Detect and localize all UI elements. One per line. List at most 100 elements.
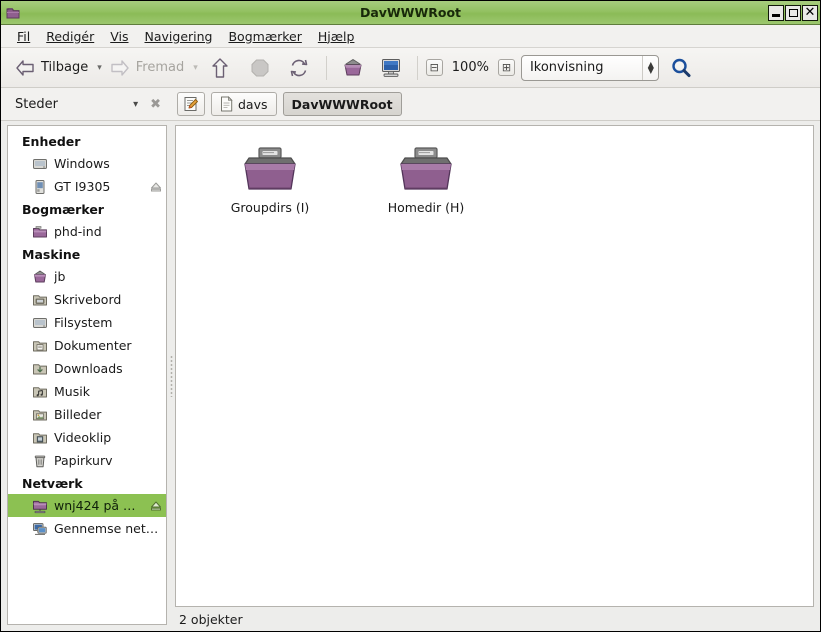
zoom-level-label: 100%: [451, 60, 489, 75]
close-icon: ✕: [804, 4, 816, 20]
window-folder-icon: [4, 4, 22, 22]
breadcrumb-item-davs[interactable]: davs: [211, 92, 277, 116]
statusbar-text: 2 objekter: [179, 611, 243, 627]
sidebar-item-filsystem[interactable]: Filsystem: [8, 311, 166, 334]
sidebar-item-papirkurv[interactable]: Papirkurv: [8, 449, 166, 472]
sidebar-item-dokumenter[interactable]: Dokumenter: [8, 334, 166, 357]
arrow-up-icon: [210, 57, 230, 79]
sidebar-splitter[interactable]: [167, 121, 175, 631]
file-icon-view[interactable]: Groupdirs (I) Homedir (H): [175, 125, 814, 607]
remote-folder-icon: [395, 144, 457, 194]
sidebar-item-videoklip-label: Videoklip: [54, 430, 112, 445]
edit-pencil-icon: [183, 96, 199, 112]
minimize-icon: [772, 13, 780, 17]
sidebar-group-bogmaerker: Bogmærker: [22, 202, 104, 217]
search-button[interactable]: [669, 56, 693, 80]
menu-hjaelp[interactable]: Hjælp: [310, 27, 363, 46]
window-title: DavWWWRoot: [359, 5, 462, 20]
downloads-folder-icon: [32, 361, 48, 377]
file-item-groupdirs[interactable]: Groupdirs (I): [206, 140, 334, 215]
computer-button[interactable]: [373, 54, 409, 82]
sidebar-item-jb[interactable]: jb: [8, 265, 166, 288]
reload-button[interactable]: [280, 54, 318, 82]
sidebar-item-videoklip[interactable]: Videoklip: [8, 426, 166, 449]
places-sidebar: Enheder Windows GT I9305 Bogmærker phd-i…: [7, 125, 167, 625]
zoom-out-button[interactable]: ⊟: [425, 59, 443, 76]
minimize-button[interactable]: [768, 4, 784, 21]
pictures-folder-icon: [32, 407, 48, 423]
home-folder-icon: [341, 57, 365, 79]
eject-icon[interactable]: [150, 181, 162, 193]
sidebar-item-windows[interactable]: Windows: [8, 152, 166, 175]
chevron-down-icon: ▼: [647, 65, 654, 75]
titlebar: DavWWWRoot ✕: [1, 1, 820, 25]
back-history-chevron-down-icon[interactable]: ▾: [97, 63, 102, 73]
home-button[interactable]: [335, 54, 371, 82]
places-panel-header: Steder ▾ ✖: [1, 97, 169, 112]
toolbar: Tilbage ▾ Fremad ▾ ⊟ 100% ⊞ Ikonvisning …: [1, 48, 820, 88]
location-bar: Steder ▾ ✖ davs DavWWWRoot: [1, 88, 820, 121]
menu-fil[interactable]: Fil: [9, 27, 38, 46]
menu-navigering-label: Navigering: [144, 28, 213, 44]
places-panel-title: Steder: [15, 96, 58, 112]
folder-icon: [32, 224, 48, 240]
maximize-button[interactable]: [785, 4, 801, 21]
file-manager-window: DavWWWRoot ✕ Fil Redigér Vis Navigering …: [0, 0, 821, 632]
sidebar-item-musik[interactable]: Musik: [8, 380, 166, 403]
menu-navigering[interactable]: Navigering: [137, 27, 221, 46]
breadcrumb: davs DavWWWRoot: [169, 92, 820, 116]
maximize-icon: [788, 8, 798, 17]
spinner-icon[interactable]: ▲ ▼: [641, 55, 654, 80]
sidebar-item-downloads[interactable]: Downloads: [8, 357, 166, 380]
breadcrumb-item-davs-label: davs: [238, 96, 268, 112]
zoom-out-icon: ⊟: [429, 61, 439, 74]
network-folder-icon: [32, 498, 48, 514]
menu-rediger[interactable]: Redigér: [38, 27, 102, 46]
toolbar-separator-1: [325, 55, 327, 80]
menu-fil-label: Fil: [17, 28, 31, 44]
breadcrumb-item-davwwwroot-label: DavWWWRoot: [291, 96, 393, 112]
phone-icon: [32, 179, 48, 195]
file-item-groupdirs-label: Groupdirs (I): [230, 200, 310, 215]
places-list: Enheder Windows GT I9305 Bogmærker phd-i…: [8, 126, 166, 624]
arrow-left-icon: [14, 58, 36, 78]
places-close-icon[interactable]: ✖: [150, 98, 161, 111]
sidebar-item-gennemse-net[interactable]: Gennemse net…: [8, 517, 166, 540]
sidebar-item-phd-ind[interactable]: phd-ind: [8, 220, 166, 243]
window-controls: ✕: [768, 4, 818, 21]
forward-button[interactable]: Fremad: [104, 55, 189, 81]
sidebar-item-skrivebord[interactable]: Skrivebord: [8, 288, 166, 311]
sidebar-item-gt-i9305[interactable]: GT I9305: [8, 175, 166, 198]
menu-hjaelp-label: Hjælp: [317, 28, 355, 44]
eject-icon[interactable]: [150, 500, 162, 512]
drive-harddisk-icon: [32, 315, 48, 331]
music-folder-icon: [32, 384, 48, 400]
up-button[interactable]: [200, 54, 240, 82]
menu-vis[interactable]: Vis: [102, 27, 136, 46]
stop-button[interactable]: [242, 55, 278, 81]
sidebar-item-wnj424[interactable]: wnj424 på …: [8, 494, 166, 517]
sidebar-item-billeder[interactable]: Billeder: [8, 403, 166, 426]
forward-button-label: Fremad: [135, 60, 185, 75]
main-area: Groupdirs (I) Homedir (H) 2 objekter: [175, 125, 814, 631]
forward-history-chevron-down-icon[interactable]: ▾: [193, 63, 198, 73]
sidebar-item-wnj424-label: wnj424 på …: [54, 498, 136, 513]
zoom-in-button[interactable]: ⊞: [497, 59, 515, 76]
menu-bogmaerker[interactable]: Bogmærker: [220, 27, 309, 46]
back-button[interactable]: Tilbage: [9, 55, 93, 81]
sidebar-item-phd-ind-label: phd-ind: [54, 224, 102, 239]
places-chevron-down-icon[interactable]: ▾: [133, 99, 144, 110]
file-item-homedir[interactable]: Homedir (H): [362, 140, 490, 215]
statusbar: 2 objekter: [175, 607, 814, 631]
sidebar-group-enheder: Enheder: [22, 134, 81, 149]
drive-harddisk-icon: [32, 156, 48, 172]
view-mode-select[interactable]: Ikonvisning ▲ ▼: [520, 54, 659, 81]
videos-folder-icon: [32, 430, 48, 446]
breadcrumb-item-davwwwroot[interactable]: DavWWWRoot: [282, 92, 402, 116]
edit-location-button[interactable]: [177, 92, 205, 116]
sidebar-item-windows-label: Windows: [54, 156, 110, 171]
close-button[interactable]: ✕: [802, 4, 818, 21]
desktop-folder-icon: [32, 292, 48, 308]
file-item-homedir-label: Homedir (H): [387, 200, 465, 215]
sidebar-item-gennemse-net-label: Gennemse net…: [54, 521, 159, 536]
